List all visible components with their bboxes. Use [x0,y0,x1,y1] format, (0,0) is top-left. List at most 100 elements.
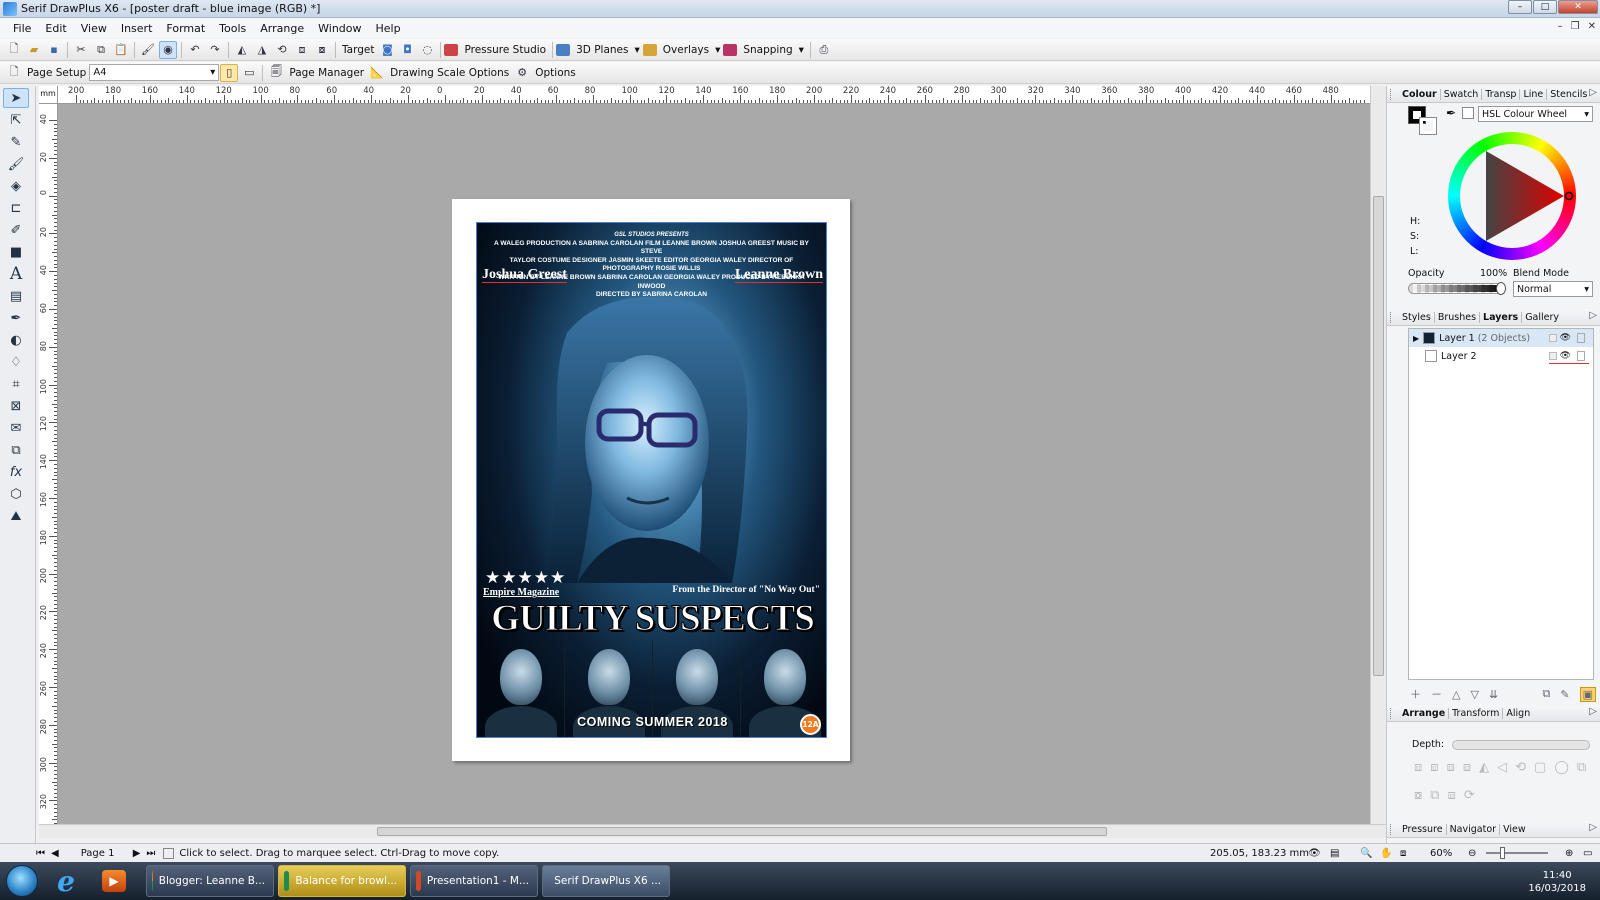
maximize-button[interactable]: □ [1533,0,1557,14]
view-mode-icon[interactable]: ▭ [1583,848,1592,859]
layer-properties-icon[interactable]: ⧉ [1543,687,1551,701]
menu-edit[interactable]: Edit [38,22,73,35]
next-page-icon[interactable]: ▶ [133,848,141,859]
crop-tool-icon[interactable]: ⌗ [3,374,29,394]
move-layer-down-icon[interactable]: ▽ [1470,688,1478,701]
menu-view[interactable]: View [74,22,114,35]
fill-line-swatch[interactable] [1408,104,1438,136]
chevron-right-icon[interactable]: ▷ [1589,310,1597,321]
zoom-in-icon[interactable]: ⊕ [1565,848,1573,859]
back-one-icon[interactable]: ⧈ [1463,760,1471,782]
rotate-icon[interactable]: ⟲ [273,41,291,59]
combine-icon[interactable]: ▢ [1534,760,1546,782]
zoom-slider-handle[interactable] [1500,847,1505,859]
system-clock[interactable]: 11:40 16/03/2018 [1528,869,1586,895]
lock-icon[interactable] [1577,333,1585,343]
shape-tool-icon[interactable]: ■ [3,242,29,262]
split-icon[interactable]: ◯ [1554,760,1569,782]
colour-mode-select[interactable]: HSL Colour Wheel ▾ [1478,106,1593,122]
join-icon[interactable]: ⧉ [1577,760,1586,782]
tab-line[interactable]: Line [1520,88,1548,100]
open-icon[interactable]: ▰ [25,41,43,59]
exclude-icon[interactable]: ⧉ [1430,788,1439,810]
target-label[interactable]: Target [339,44,377,56]
envelope-tool-icon[interactable]: ♢ [3,352,29,372]
zoom-icon[interactable]: 🔍 [1360,848,1372,859]
vertical-scrollbar[interactable] [1370,86,1386,824]
close-button[interactable]: ✕ [1558,0,1598,14]
menu-insert[interactable]: Insert [114,22,160,35]
cut-icon[interactable]: ✂ [72,41,90,59]
no-fill-swatch[interactable] [1462,107,1474,119]
add-layer-icon[interactable]: ＋ [1410,686,1421,702]
subtract-shape-icon[interactable]: ◘ [398,41,416,59]
shadow-tool-icon[interactable]: ⬡ [3,484,29,504]
doc-minimize-icon[interactable]: – [1558,21,1563,32]
node-tool-icon[interactable]: ⇱ [3,110,29,130]
menu-format[interactable]: Format [159,22,212,35]
menu-help[interactable]: Help [369,22,408,35]
page-view-icon[interactable]: ▤ [1330,848,1339,859]
paste-icon[interactable]: 📋 [112,41,130,59]
overlays-button[interactable]: Overlays [660,44,712,56]
tab-swatch[interactable]: Swatch [1441,88,1483,100]
tab-align[interactable]: Align [1503,708,1533,719]
chevron-right-icon[interactable]: ▷ [1589,87,1597,98]
align-icon[interactable]: ◭ [1479,760,1489,782]
brush-tool-icon[interactable]: 🖌 [3,154,29,174]
save-icon[interactable]: ▪ [45,41,63,59]
lock-icon[interactable] [1577,351,1585,361]
undo-icon[interactable]: ↶ [186,41,204,59]
transparency-tool-icon[interactable]: ◐ [3,330,29,350]
chevron-down-icon[interactable]: ▾ [712,44,723,56]
current-page[interactable]: Page 1 [81,848,125,859]
chevron-down-icon[interactable]: ▾ [796,44,807,56]
menu-tools[interactable]: Tools [212,22,253,35]
flip-horizontal-icon[interactable]: ◭ [233,41,251,59]
doc-close-icon[interactable]: ✕ [1588,21,1596,32]
page-size-select[interactable]: A4 ▾ [89,64,220,81]
page-setup-button[interactable]: Page Setup [24,67,89,79]
poster-image[interactable]: GSL STUDIOS PRESENTS A WALEG PRODUCTION … [476,222,827,738]
new-icon[interactable]: 🗋 [5,41,23,59]
insert-picture-icon[interactable]: ⛰ [3,506,29,526]
tab-arrange[interactable]: Arrange [1399,707,1450,719]
tab-pressure[interactable]: Pressure [1399,823,1447,835]
move-layer-up-icon[interactable]: △ [1452,688,1460,701]
chevron-down-icon[interactable]: ▾ [631,44,642,56]
portrait-icon[interactable]: ▯ [220,63,239,82]
zoom-options-icon[interactable]: ⧈ [1400,848,1406,859]
minimize-button[interactable]: – [1508,0,1532,14]
merge-layer-icon[interactable]: ⇊ [1489,688,1498,701]
fill-tool-icon[interactable]: ◈ [3,176,29,196]
add-shape-icon[interactable]: ◙ [378,41,396,59]
opacity-slider[interactable] [1408,282,1506,295]
preview-icon[interactable]: 👁 [1308,848,1321,859]
zoom-out-icon[interactable]: ⊖ [1468,848,1476,859]
print-icon[interactable]: ⎙ [815,41,833,59]
snapping-button[interactable]: Snapping [740,44,795,56]
tab-gallery[interactable]: Gallery [1522,312,1562,323]
distribute-icon[interactable]: ◁ [1497,760,1507,782]
tab-transform[interactable]: Transform [1449,707,1504,719]
chevron-right-icon[interactable]: ▷ [1589,822,1597,833]
3d-planes-button[interactable]: 3D Planes [573,44,631,56]
taskbar-item-publisher[interactable]: Balance for browl... [278,865,406,897]
blend-tool-icon[interactable]: ⧉ [3,440,29,460]
tab-brushes[interactable]: Brushes [1435,311,1481,323]
layer-printable-icon[interactable] [1549,352,1557,360]
taskbar-item-chrome[interactable]: Blogger: Leanne B... [146,865,274,897]
last-page-icon[interactable]: ⏭ [146,848,155,859]
view-quality-icon[interactable]: ◉ [159,40,177,59]
depth-slider[interactable] [1452,740,1590,750]
prev-page-icon[interactable]: ◀ [51,848,59,859]
tab-layers[interactable]: Layers [1480,311,1523,323]
tab-styles[interactable]: Styles [1399,311,1435,323]
hsl-colour-wheel[interactable] [1448,132,1576,260]
effects-tool-icon[interactable]: fx [3,462,29,482]
taskbar-item-powerpoint[interactable]: Presentation1 - M... [410,865,538,897]
pan-hand-icon[interactable]: ✋ [1380,848,1392,859]
bring-to-front-icon[interactable]: ⧈ [1414,760,1422,782]
opacity-slider-handle[interactable] [1496,282,1506,295]
expand-arrow-icon[interactable]: ▶ [1413,334,1419,343]
